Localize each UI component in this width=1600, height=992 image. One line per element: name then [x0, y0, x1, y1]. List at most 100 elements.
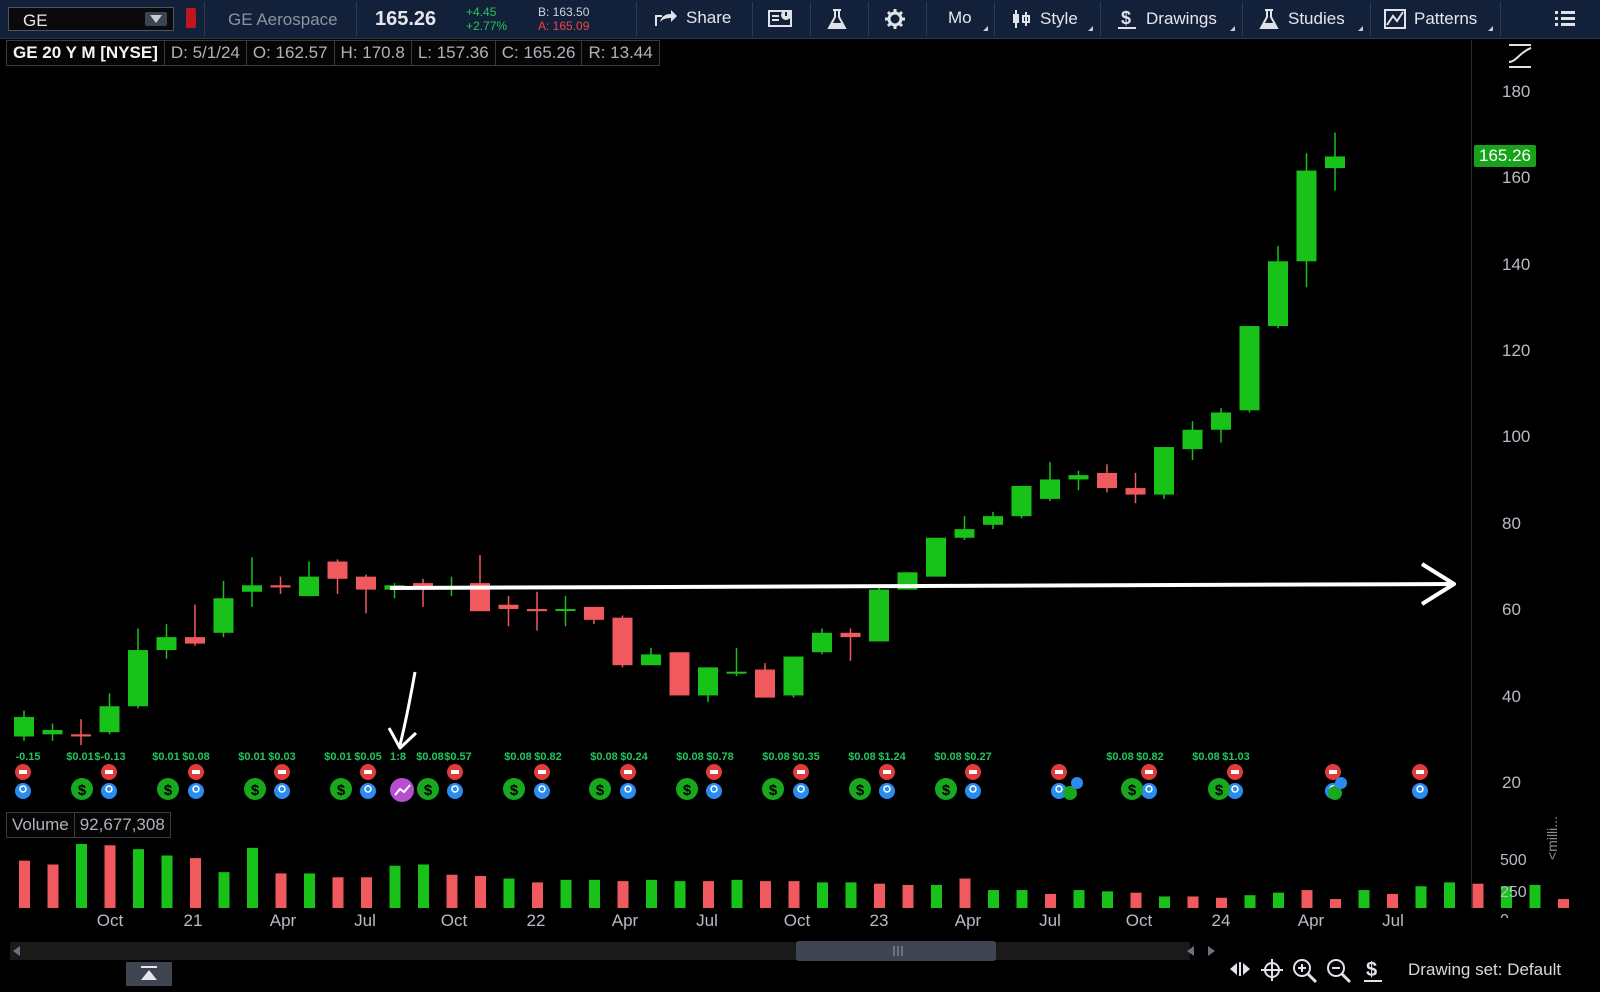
volume-bar	[902, 884, 914, 908]
volume-bar	[418, 864, 429, 908]
earnings-phone-icon-glyph	[1231, 770, 1239, 774]
candle-body	[42, 730, 63, 735]
earnings-phone-icon-glyph	[538, 770, 546, 774]
volume-label-bar: Volume 92,677,308	[6, 812, 171, 838]
volume-bar	[1102, 891, 1113, 908]
volume-bar	[332, 877, 344, 908]
earnings-phone-icon-glyph	[364, 770, 372, 774]
earnings-phone-icon-glyph	[192, 770, 200, 774]
volume-bar	[874, 883, 885, 908]
volume-bar	[532, 882, 543, 908]
volume-bar	[1558, 899, 1569, 908]
candle-body	[1040, 479, 1060, 499]
earnings-phone-icon-glyph	[1416, 770, 1424, 774]
dollar-draw-icon[interactable]: $	[1362, 958, 1384, 984]
scroll-left-small-icon[interactable]	[1184, 944, 1198, 958]
volume-bar	[817, 882, 828, 908]
candle-body	[926, 537, 946, 577]
candle-body	[669, 652, 690, 696]
dividend-label: $0.01	[238, 751, 266, 763]
volume-tick: 500	[1500, 852, 1527, 869]
dividend-dollar-icon-glyph: $	[1128, 782, 1137, 799]
dividend-label: $0.35	[792, 751, 820, 763]
horizontal-scrollbar[interactable]	[10, 942, 1190, 960]
dividend-dollar-icon-glyph: $	[164, 782, 173, 799]
time-axis-label: Oct	[440, 911, 468, 930]
volume-bar	[617, 881, 629, 908]
volume-bar	[931, 884, 942, 908]
candle-body	[755, 669, 775, 698]
dividend-label: -0.15	[15, 751, 40, 763]
candle-body	[1325, 156, 1345, 169]
time-axis-label: Jul	[1039, 911, 1061, 930]
volume-bar	[646, 879, 657, 908]
volume-bar	[247, 847, 258, 908]
crosshair-icon[interactable]	[1260, 958, 1284, 982]
dividend-label: $0.08	[676, 751, 704, 763]
volume-bar	[76, 844, 87, 908]
time-axis-label: Apr	[269, 911, 297, 930]
candle-body	[612, 617, 633, 666]
volume-bar	[47, 864, 59, 908]
dividend-label: $0.08	[416, 751, 444, 763]
volume-bar	[1358, 890, 1370, 908]
dividend-label: $0.08	[848, 751, 876, 763]
dividend-label: $0.08	[762, 751, 790, 763]
time-axis-label: 21	[183, 911, 203, 930]
dividend-label: $0.08	[182, 751, 210, 763]
volume-value: 92,677,308	[74, 812, 171, 838]
candle-body	[726, 671, 747, 674]
time-axis-label: 23	[869, 911, 889, 930]
volume-bar	[959, 878, 971, 908]
drawing-set-label[interactable]: Drawing set: Default	[1408, 960, 1561, 980]
candle-body	[185, 637, 205, 644]
volume-bar	[190, 858, 201, 908]
candle-body	[242, 585, 262, 592]
candle-body	[1125, 488, 1146, 495]
volume-bar	[361, 877, 372, 908]
grip-icon	[893, 946, 903, 956]
dividend-dollar-icon-glyph: $	[856, 782, 865, 799]
candle-body	[869, 589, 889, 642]
scroll-right-small-icon[interactable]	[1204, 944, 1218, 958]
candle-body	[641, 654, 661, 666]
volume-bar	[788, 881, 800, 908]
zoom-in-icon[interactable]	[1292, 958, 1318, 984]
dividend-label: $0.08	[590, 751, 618, 763]
candle-body	[1211, 412, 1231, 430]
dividend-label: $0.82	[1136, 751, 1164, 763]
volume-label: Volume	[6, 812, 75, 838]
dividend-label: $0.01	[66, 751, 94, 763]
drawn-horizontal-line	[389, 582, 1453, 590]
time-axis-label: Oct	[96, 911, 124, 930]
candle-body	[1068, 475, 1089, 480]
dividend-label: $0.03	[268, 751, 296, 763]
time-axis-label: Apr	[954, 911, 982, 930]
dividend-label: $0.24	[620, 751, 648, 763]
earnings-phone-icon-glyph	[1055, 770, 1063, 774]
dividend-label: $1.24	[878, 751, 906, 763]
candle-body	[71, 734, 91, 737]
volume-bar	[1016, 890, 1028, 908]
price-chart[interactable]: -0.15 $0.01 $-0.13 $0.01 $0.08 $0.01 $0.03 $0.0…	[0, 0, 1600, 992]
dividend-dollar-icon-glyph: $	[769, 782, 778, 799]
candle-body	[213, 598, 234, 633]
dividend-dollar-icon-glyph: $	[251, 782, 260, 799]
dividend-dollar-icon-glyph: $	[424, 782, 433, 799]
expand-time-icon[interactable]	[1228, 958, 1252, 980]
info-bulb-icon	[1071, 777, 1083, 789]
candle-body	[1011, 485, 1032, 517]
candle-body	[584, 606, 604, 620]
zoom-out-icon[interactable]	[1326, 958, 1352, 984]
time-axis-label: Jul	[354, 911, 376, 930]
volume-bar	[446, 874, 458, 908]
dividend-label: $0.57	[444, 751, 472, 763]
volume-bar	[1159, 896, 1170, 908]
earnings-phone-icon-glyph	[19, 770, 27, 774]
volume-bar	[589, 879, 600, 908]
time-axis-label: Jul	[1382, 911, 1404, 930]
volume-bar	[1187, 896, 1199, 908]
scroll-left-icon[interactable]	[10, 944, 24, 958]
volume-tick: 250	[1500, 884, 1527, 901]
candle-body	[1296, 170, 1317, 262]
